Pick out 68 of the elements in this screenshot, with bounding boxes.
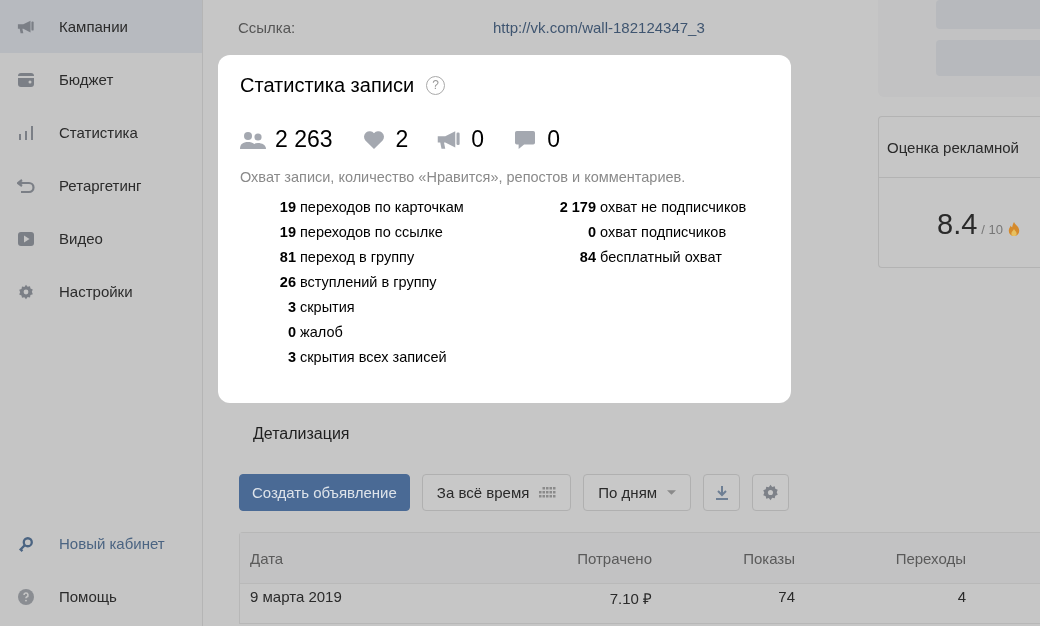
stat-number: 0 xyxy=(586,224,596,242)
megaphone-icon xyxy=(436,129,463,150)
download-button[interactable] xyxy=(703,474,741,511)
stat-number: 0 xyxy=(286,324,296,342)
table-cell-text: 74 xyxy=(777,588,795,605)
period-button[interactable]: За всё время xyxy=(421,474,572,511)
stat-label: бесплатный охват xyxy=(600,249,722,267)
score-value: 8.4 xyxy=(937,208,978,241)
stat-number: 19 xyxy=(278,224,296,242)
counter-value: 2 xyxy=(395,126,409,153)
stat-number: 19 xyxy=(278,199,296,217)
table-cell-text: 9 марта 2019 xyxy=(250,588,343,605)
caption-text: Охват записи, количество «Нравится», репостов и комментариев. xyxy=(240,169,687,185)
wallet-icon xyxy=(17,71,35,88)
help-icon xyxy=(17,588,35,605)
fire-icon xyxy=(1007,220,1021,237)
stat-number: 81 xyxy=(278,249,296,267)
sidebar-item[interactable]: Кампании xyxy=(0,0,202,53)
score-title: Оценка рекламной xyxy=(879,117,1040,178)
play-icon xyxy=(17,230,35,247)
sidebar-item[interactable]: Новый кабинет xyxy=(0,517,202,570)
stat-label: переходов по карточкам xyxy=(300,199,464,217)
stat-number: 2 179 xyxy=(558,199,596,217)
megaphone-icon xyxy=(17,18,35,35)
stat-number: 26 xyxy=(278,274,296,292)
return-arrow-icon xyxy=(17,177,35,194)
stat-number: 3 xyxy=(286,349,296,367)
bar-chart-icon xyxy=(17,124,35,141)
calendar-grid-icon xyxy=(539,487,557,498)
stat-label: жалоб xyxy=(300,324,343,342)
stat-number: 3 xyxy=(286,299,296,317)
stat-label: вступлений в группу xyxy=(300,274,437,292)
sidebar-item[interactable]: Видео xyxy=(0,212,202,265)
sidebar-item[interactable]: Бюджет xyxy=(0,53,202,106)
table-cell-text: 4 xyxy=(956,588,966,605)
stat-label: охват не подписчиков xyxy=(600,199,747,217)
column-header: Показы xyxy=(742,549,795,567)
people-icon xyxy=(240,129,266,150)
stat-number: 84 xyxy=(578,249,596,267)
counter-value: 2 263 xyxy=(275,126,333,153)
sidebar-item[interactable]: Настройки xyxy=(0,265,202,318)
counter-value: 0 xyxy=(547,126,560,153)
link-label: Ссылка: xyxy=(238,19,297,36)
create-ad-button[interactable]: Создать объявление xyxy=(239,474,410,511)
caret-icon xyxy=(667,490,677,495)
sidebar-item[interactable]: Помощь xyxy=(0,570,202,623)
table-cell-text: 7.10 ₽ xyxy=(608,589,652,608)
column-header: Переходы xyxy=(894,549,966,567)
popup-title: Статистика записи xyxy=(240,73,415,97)
stat-label: скрытия xyxy=(300,299,355,317)
section-title: Детализация xyxy=(253,425,351,444)
stat-label: скрытия всех записей xyxy=(300,349,447,367)
post-link[interactable]: http://vk.com/wall-182124347_3 xyxy=(493,19,705,36)
sidebar-item[interactable]: Статистика xyxy=(0,106,202,159)
stat-label: охват подписчиков xyxy=(600,224,727,242)
settings-button[interactable] xyxy=(752,474,790,511)
settings-icon xyxy=(17,283,35,300)
column-header: Потрачено xyxy=(576,549,652,567)
key-icon xyxy=(17,535,35,552)
download-icon xyxy=(714,484,729,501)
counter-value: 0 xyxy=(471,126,485,153)
column-header: Дата xyxy=(250,549,285,567)
sidebar-item[interactable]: Ретаргетинг xyxy=(0,159,202,212)
stat-label: переход в группу xyxy=(300,249,415,267)
stat-label: переходов по ссылке xyxy=(300,224,443,242)
grouping-dropdown[interactable]: По дням xyxy=(583,474,692,511)
settings-icon xyxy=(762,484,780,501)
score-scale: / 10 xyxy=(981,222,1003,237)
